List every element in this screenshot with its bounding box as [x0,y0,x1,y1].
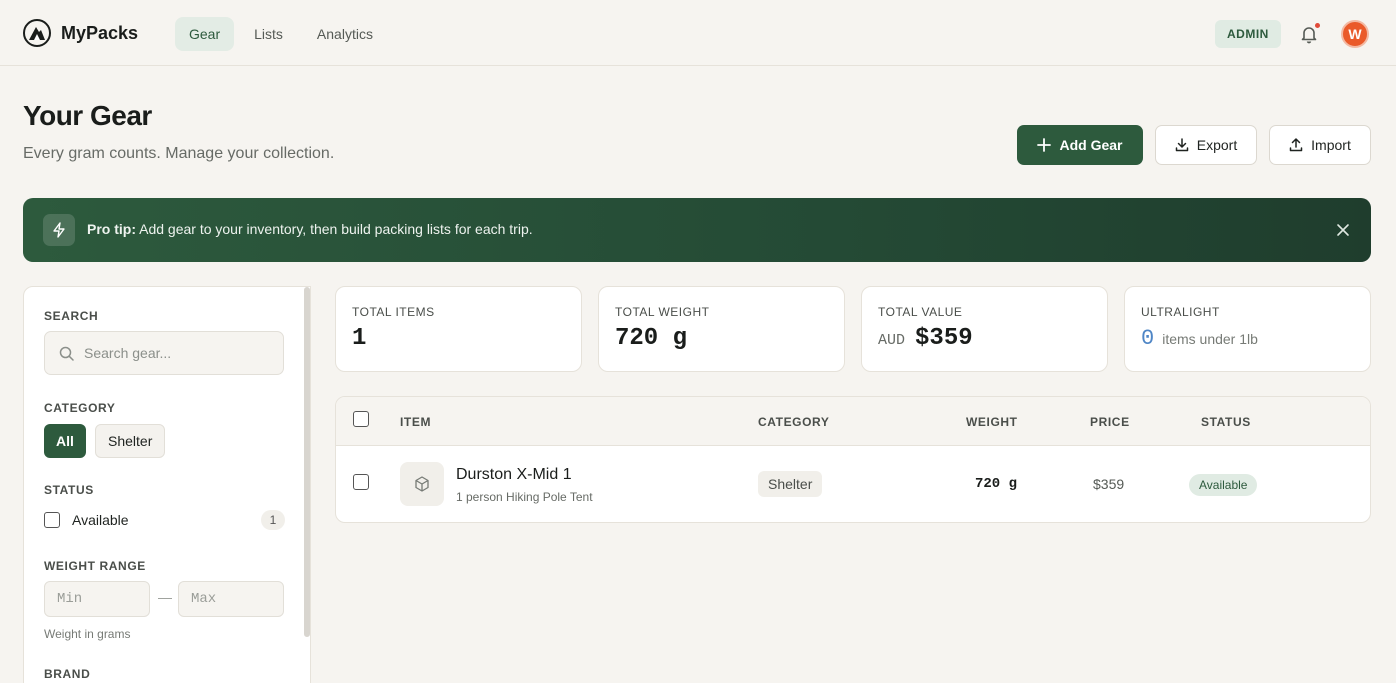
search-input[interactable] [84,345,274,361]
add-gear-button[interactable]: Add Gear [1017,125,1143,165]
available-label: Available [72,512,129,528]
pro-tip-bold: Pro tip: [87,221,136,237]
item-weight: 720 g [975,476,1018,492]
ultralight-count: 0 [1141,326,1155,351]
search-label: SEARCH [44,309,99,323]
search-box[interactable] [44,331,284,375]
avatar[interactable]: W [1341,20,1369,48]
stat-value: 1 [352,325,367,352]
table-header: ITEM CATEGORY WEIGHT PRICE STATUS [336,397,1370,446]
weight-help-text: Weight in grams [44,627,131,641]
stat-total-weight: TOTAL WEIGHT 720 g [598,286,845,372]
column-header-status[interactable]: STATUS [1201,415,1251,429]
stat-label: TOTAL WEIGHT [615,305,710,319]
currency-code: AUD [878,332,906,349]
download-icon [1175,138,1189,152]
top-navigation-bar: MyPacks Gear Lists Analytics ADMIN W [0,0,1396,66]
pro-tip-text: Pro tip: Add gear to your inventory, the… [87,221,533,237]
item-description: 1 person Hiking Pole Tent [456,490,593,504]
brand-name: MyPacks [61,22,139,43]
close-icon[interactable] [1334,221,1352,239]
stat-label: TOTAL ITEMS [352,305,435,319]
status-label: STATUS [44,483,94,497]
gear-table: ITEM CATEGORY WEIGHT PRICE STATUS Dursto… [335,396,1371,523]
stat-total-value: TOTAL VALUE AUD $359 [861,286,1108,372]
stat-label: ULTRALIGHT [1141,305,1220,319]
category-label: CATEGORY [44,401,116,415]
column-header-item[interactable]: ITEM [400,415,431,429]
upload-icon [1289,138,1303,152]
stat-value: 720 g [615,325,688,352]
page-title: Your Gear [23,100,152,131]
weight-min-input[interactable] [44,581,150,617]
available-checkbox[interactable] [44,512,60,528]
stat-value: $359 [915,325,973,352]
page-subtitle: Every gram counts. Manage your collectio… [23,145,335,162]
nav-gear[interactable]: Gear [175,17,235,51]
row-checkbox[interactable] [353,474,369,490]
add-gear-label: Add Gear [1059,137,1123,153]
import-label: Import [1311,137,1351,153]
ultralight-text: items under 1lb [1162,331,1258,347]
plus-icon [1037,138,1052,152]
lightning-icon [43,214,75,246]
stat-value-row: AUD $359 [878,325,973,352]
stat-total-items: TOTAL ITEMS 1 [335,286,582,372]
category-chip-shelter[interactable]: Shelter [95,424,166,458]
table-row[interactable]: Durston X-Mid 1 1 person Hiking Pole Ten… [336,446,1370,522]
category-pill: Shelter [758,471,823,497]
pro-tip-message: Add gear to your inventory, then build p… [136,221,533,237]
pro-tip-banner: Pro tip: Add gear to your inventory, the… [23,198,1371,262]
column-header-category[interactable]: CATEGORY [758,415,829,429]
column-header-price[interactable]: PRICE [1090,415,1130,429]
stat-label: TOTAL VALUE [878,305,963,319]
weight-range-label: WEIGHT RANGE [44,559,146,573]
brand[interactable]: MyPacks [23,19,138,47]
sidebar-scrollbar[interactable] [304,287,310,637]
stat-value-row: 0 items under 1lb [1141,325,1258,352]
item-name[interactable]: Durston X-Mid 1 [456,466,572,484]
admin-badge[interactable]: ADMIN [1215,20,1281,48]
export-label: Export [1196,137,1238,153]
nav-lists[interactable]: Lists [240,17,297,51]
stat-ultralight: ULTRALIGHT 0 items under 1lb [1124,286,1371,372]
brand-label: BRAND [44,667,91,681]
column-header-weight[interactable]: WEIGHT [966,415,1018,429]
item-price: $359 [1093,476,1125,492]
status-badge: Available [1189,474,1258,496]
select-all-checkbox[interactable] [353,411,369,427]
export-button[interactable]: Export [1155,125,1257,165]
range-separator: — [158,589,172,605]
category-chip-all[interactable]: All [44,424,86,458]
main-nav: Gear Lists Analytics [175,17,387,51]
notification-dot [1315,23,1320,28]
mountain-logo-icon [23,19,51,47]
weight-max-input[interactable] [178,581,284,617]
package-icon [400,462,444,506]
filter-sidebar: SEARCH CATEGORY All Shelter STATUS Avail… [23,286,311,683]
search-icon [59,346,74,361]
nav-analytics[interactable]: Analytics [303,17,387,51]
import-button[interactable]: Import [1269,125,1371,165]
available-count: 1 [261,510,285,530]
